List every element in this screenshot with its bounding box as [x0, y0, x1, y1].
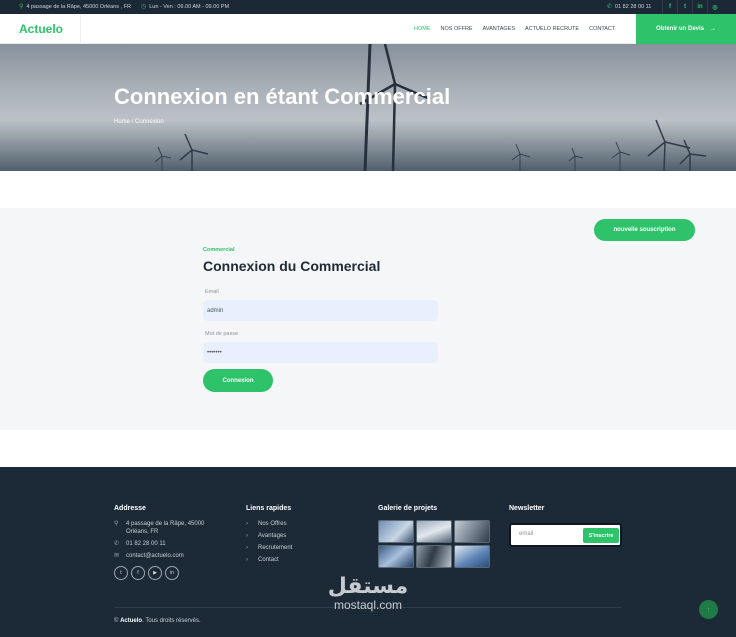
footer-link-label: Nos Offres: [258, 521, 287, 527]
footer-newsletter-heading: Newsletter: [509, 505, 545, 512]
footer-phone[interactable]: ✆ 01 82 28 00 11: [114, 540, 204, 548]
chevron-right-icon: ›: [246, 557, 248, 563]
login-submit-button[interactable]: Connexion: [203, 369, 273, 392]
get-quote-label: Obtenir un Devis: [655, 26, 704, 32]
footer-address-heading: Addresse: [114, 505, 146, 512]
gallery-thumbnail[interactable]: [416, 520, 452, 543]
footer-address-line1: ⚲ 4 passage de la Râpe, 45000: [114, 520, 204, 528]
breadcrumb-separator: /: [131, 119, 134, 125]
new-subscription-button[interactable]: nouvelle souscription: [594, 219, 695, 241]
nav-item-nos-offre[interactable]: NOS OFFRE: [441, 26, 473, 32]
watermark-arabic: مستقل: [327, 574, 409, 599]
instagram-icon[interactable]: ◎: [707, 0, 722, 14]
footer-social: t f ▶ in: [114, 566, 204, 580]
page-title: Connexion en étant Commercial: [114, 84, 451, 109]
map-pin-icon: ⚲: [114, 521, 119, 527]
breadcrumb-current: Connexion: [135, 119, 164, 125]
footer-gallery-column: Galerie de projets: [378, 505, 490, 568]
gallery-thumbnail[interactable]: [378, 545, 414, 568]
login-section: nouvelle souscription Commercial Connexi…: [0, 208, 736, 430]
linkedin-icon[interactable]: in: [692, 0, 707, 14]
nav-item-actuelo-recrute[interactable]: ACTUELO RECRUTE: [525, 26, 579, 32]
email-field[interactable]: admin: [203, 300, 438, 321]
envelope-icon: ✉: [114, 553, 120, 559]
get-quote-button[interactable]: Obtenir un Devis →: [636, 14, 736, 44]
breadcrumb-home[interactable]: Home: [114, 119, 130, 125]
arrow-up-icon: ↑: [706, 605, 711, 614]
gallery-thumbnail[interactable]: [454, 545, 490, 568]
top-bar-info: ⚲ 4 passage de la Râpe, 45000 Orléans , …: [19, 4, 229, 10]
newsletter-subscribe-button[interactable]: S'inscrire: [583, 528, 619, 543]
twitter-icon[interactable]: t: [114, 566, 128, 580]
top-bar: ⚲ 4 passage de la Râpe, 45000 Orléans , …: [0, 0, 736, 14]
breadcrumb: Home / Connexion: [114, 119, 164, 125]
password-field[interactable]: •••••••: [203, 342, 438, 363]
top-bar-social: f t in ◎: [662, 0, 722, 14]
footer-email[interactable]: ✉ contact@actuelo.com: [114, 552, 204, 560]
back-to-top-button[interactable]: ↑: [699, 600, 718, 619]
copyright: © Actuelo. Tous droits réservés.: [114, 618, 201, 624]
footer-link-contact[interactable]: › Contact: [246, 556, 292, 564]
gallery-thumbnail[interactable]: [454, 520, 490, 543]
footer-phone-text: 01 82 28 00 11: [126, 541, 166, 547]
nav-menu: HOME NOS OFFRE AVANTAGES ACTUELO RECRUTE…: [414, 26, 615, 32]
top-bar-phone-text: 01 82 28 00 11: [615, 4, 652, 10]
chevron-right-icon: ›: [246, 521, 248, 527]
clock-icon: ◷: [140, 4, 147, 10]
newsletter-email-input[interactable]: email: [519, 531, 533, 537]
top-bar-address: ⚲ 4 passage de la Râpe, 45000 Orléans , …: [19, 4, 131, 10]
top-bar-hours-text: Lun - Ven : 09.00 AM - 09.00 PM: [149, 4, 230, 10]
copyright-brand[interactable]: Actuelo: [120, 618, 142, 624]
copyright-symbol: ©: [114, 618, 119, 624]
watermark: مستقل mostaql.com: [318, 574, 418, 612]
footer-link-recrutement[interactable]: › Recrutement: [246, 544, 292, 552]
footer-links-column: Liens rapides › Nos Offres › Avantages › Re…: [246, 505, 292, 568]
nav-item-avantages[interactable]: AVANTAGES: [483, 26, 515, 32]
nav-item-contact[interactable]: CONTACT: [589, 26, 615, 32]
footer-links-heading: Liens rapides: [246, 505, 292, 512]
watermark-latin: mostaql.com: [333, 598, 403, 612]
nav-item-home[interactable]: HOME: [414, 26, 431, 32]
login-title: Connexion du Commercial: [203, 258, 381, 274]
linkedin-icon[interactable]: in: [165, 566, 179, 580]
arrow-right-icon: →: [710, 26, 716, 32]
top-bar-hours: ◷ Lun - Ven : 09.00 AM - 09.00 PM: [141, 4, 229, 10]
gallery-thumbnail[interactable]: [416, 545, 452, 568]
footer-link-label: Avantages: [258, 533, 287, 539]
map-pin-icon: ⚲: [19, 4, 24, 10]
email-label: Email: [205, 289, 219, 295]
gallery-thumbnail[interactable]: [378, 520, 414, 543]
newsletter-form: email S'inscrire: [509, 523, 622, 547]
footer-newsletter-column: Newsletter: [509, 505, 544, 520]
chevron-right-icon: ›: [246, 545, 248, 551]
project-gallery: [378, 520, 490, 568]
password-label: Mot de passe: [205, 331, 239, 337]
phone-icon: ✆: [607, 4, 613, 10]
twitter-icon[interactable]: t: [677, 0, 692, 14]
top-bar-address-text: 4 passage de la Râpe, 45000 Orléans , FR: [26, 4, 131, 10]
login-kicker: Commercial: [203, 247, 235, 253]
footer-link-label: Recrutement: [258, 545, 293, 551]
facebook-icon[interactable]: f: [131, 566, 145, 580]
main-navbar: Actuelo HOME NOS OFFRE AVANTAGES ACTUELO…: [0, 14, 736, 44]
chevron-right-icon: ›: [246, 533, 248, 539]
footer-gallery-heading: Galerie de projets: [378, 505, 438, 512]
footer-address-text2: Orléans, FR: [126, 529, 159, 535]
top-bar-phone[interactable]: ✆ 01 82 28 00 11: [607, 4, 651, 10]
footer-address-text1: 4 passage de la Râpe, 45000: [126, 521, 205, 527]
facebook-icon[interactable]: f: [662, 0, 677, 14]
brand-divider: [80, 14, 81, 44]
youtube-icon[interactable]: ▶: [148, 566, 162, 580]
hero-banner: Connexion en étant Commercial Home / Con…: [0, 44, 736, 171]
footer-link-nos-offres[interactable]: › Nos Offres: [246, 520, 292, 528]
footer-email-text: contact@actuelo.com: [126, 553, 184, 559]
footer-address-line2: Orléans, FR: [114, 528, 204, 536]
footer-address-column: Addresse ⚲ 4 passage de la Râpe, 45000 O…: [114, 505, 204, 580]
phone-icon: ✆: [114, 541, 120, 547]
brand-logo[interactable]: Actuelo: [19, 22, 63, 36]
footer-link-avantages[interactable]: › Avantages: [246, 532, 292, 540]
copyright-text: . Tous droits réservés.: [142, 618, 201, 624]
footer-link-label: Contact: [258, 557, 279, 563]
